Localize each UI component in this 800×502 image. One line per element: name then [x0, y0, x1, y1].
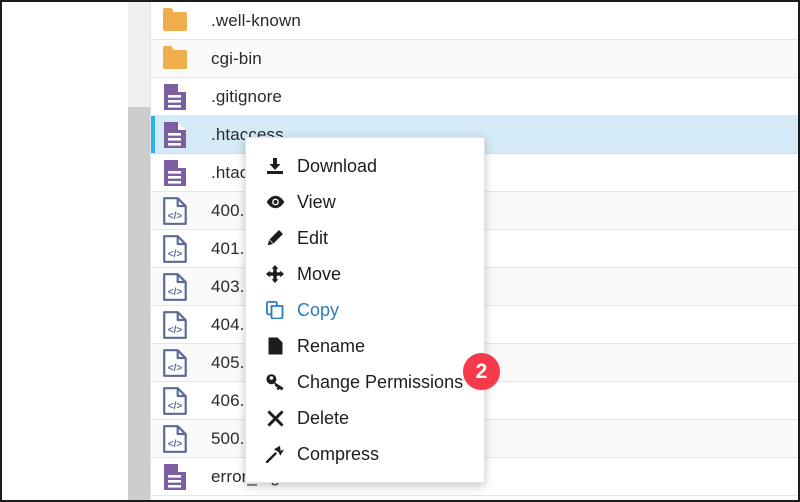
document-icon [163, 121, 187, 149]
code-file-icon: </> [163, 311, 187, 339]
code-file-icon: </> [163, 311, 187, 339]
menu-item-label: Change Permissions [297, 373, 463, 391]
document-icon [163, 83, 187, 111]
compress-icon [266, 445, 284, 463]
code-file-icon: </> [163, 425, 187, 453]
document-icon [163, 159, 187, 187]
file-name: .gitignore [211, 87, 282, 107]
page-icon [268, 337, 283, 355]
download-icon [264, 157, 286, 175]
menu-item-copy[interactable]: Copy [246, 292, 484, 328]
pencil-icon [266, 229, 284, 247]
menu-item-download[interactable]: Download [246, 148, 484, 184]
code-file-icon: </> [163, 235, 187, 263]
copy-icon [266, 301, 284, 319]
download-icon [266, 157, 284, 175]
menu-item-delete[interactable]: Delete [246, 400, 484, 436]
code-file-icon: </> [163, 273, 187, 301]
svg-text:</>: </> [168, 249, 183, 260]
document-icon [163, 463, 187, 491]
code-file-icon: </> [163, 235, 187, 263]
eye-icon [266, 195, 285, 209]
svg-text:</>: </> [168, 287, 183, 298]
app-window: .well-knowncgi-bin.gitignore.htaccess.ht… [0, 0, 800, 502]
menu-item-rename[interactable]: Rename [246, 328, 484, 364]
compress-icon [264, 445, 286, 463]
menu-item-label: Delete [297, 409, 349, 427]
key-icon [264, 373, 286, 391]
menu-item-edit[interactable]: Edit [246, 220, 484, 256]
table-row[interactable]: cgi-bin [151, 40, 798, 78]
menu-item-label: Copy [297, 301, 339, 319]
code-file-icon: </> [163, 197, 187, 225]
step-badge: 2 [463, 353, 500, 390]
page-icon [264, 337, 286, 355]
menu-item-change-permissions[interactable]: Change Permissions [246, 364, 484, 400]
folder-icon [163, 7, 187, 35]
document-icon [163, 83, 187, 111]
vertical-scrollbar[interactable] [128, 2, 151, 500]
key-icon [266, 373, 285, 391]
folder-icon [163, 12, 187, 31]
code-file-icon: </> [163, 197, 187, 225]
document-icon [163, 121, 187, 149]
table-row[interactable]: .well-known [151, 2, 798, 40]
document-icon [163, 159, 187, 187]
svg-text:</>: </> [168, 211, 183, 222]
menu-item-label: Move [297, 265, 341, 283]
x-mark-icon [264, 410, 286, 427]
code-file-icon: </> [163, 387, 187, 415]
menu-item-label: Compress [297, 445, 379, 463]
menu-item-move[interactable]: Move [246, 256, 484, 292]
move-arrows-icon [266, 265, 284, 283]
svg-text:</>: </> [168, 439, 183, 450]
code-file-icon: </> [163, 425, 187, 453]
eye-icon [264, 195, 286, 209]
scrollbar-thumb[interactable] [128, 107, 150, 500]
menu-item-compress[interactable]: Compress [246, 436, 484, 472]
code-file-icon: </> [163, 349, 187, 377]
svg-text:</>: </> [168, 401, 183, 412]
move-arrows-icon [264, 265, 286, 283]
code-file-icon: </> [163, 349, 187, 377]
pencil-icon [264, 229, 286, 247]
code-file-icon: </> [163, 387, 187, 415]
document-icon [163, 463, 187, 491]
menu-item-label: Rename [297, 337, 365, 355]
menu-item-view[interactable]: View [246, 184, 484, 220]
code-file-icon: </> [163, 273, 187, 301]
table-row[interactable]: .gitignore [151, 78, 798, 116]
svg-text:</>: </> [168, 363, 183, 374]
x-mark-icon [267, 410, 284, 427]
menu-item-label: Edit [297, 229, 328, 247]
folder-icon [163, 45, 187, 73]
menu-item-label: Download [297, 157, 377, 175]
svg-text:</>: </> [168, 325, 183, 336]
menu-item-label: View [297, 193, 336, 211]
copy-icon [264, 301, 286, 319]
file-name: .well-known [211, 11, 301, 31]
left-pane [2, 2, 128, 500]
file-name: cgi-bin [211, 49, 262, 69]
context-menu[interactable]: Download View Edit Move Copy Rename Change Per… [245, 137, 485, 483]
folder-icon [163, 50, 187, 69]
